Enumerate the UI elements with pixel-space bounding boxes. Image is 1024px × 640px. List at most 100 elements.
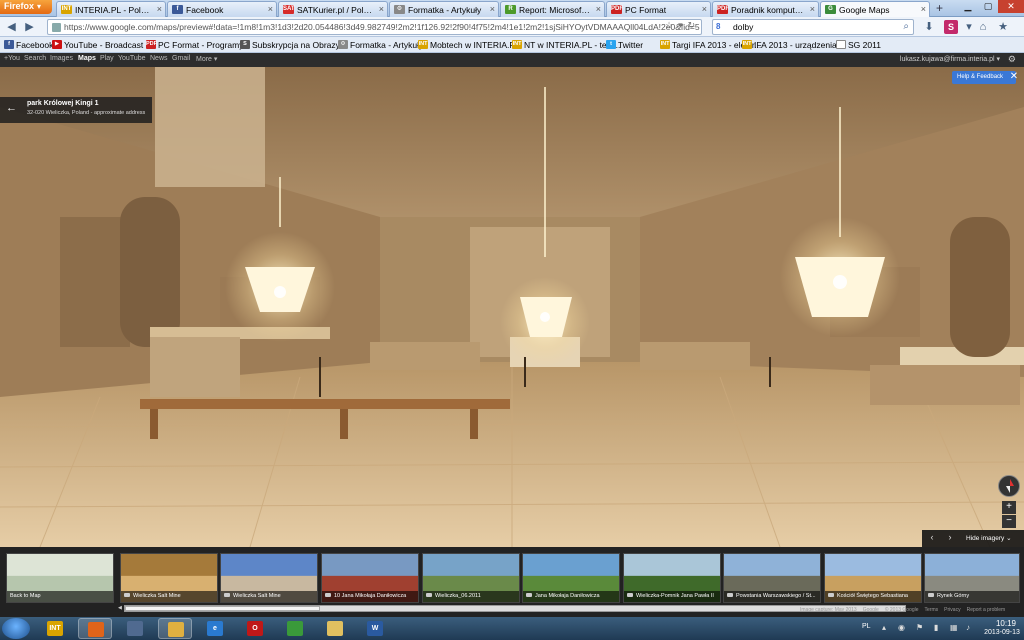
bookmark-item[interactable]: INT IFA 2013 - urządzenia ...: [742, 40, 846, 50]
taskbar-app[interactable]: W: [358, 618, 392, 639]
dropdown-icon[interactable]: ▾: [678, 20, 688, 30]
taskbar-app[interactable]: [118, 618, 152, 639]
maximize-icon[interactable]: ▢: [978, 0, 998, 13]
taskbar-app[interactable]: [158, 618, 192, 639]
gbar-link[interactable]: YouTube: [118, 55, 146, 62]
network-icon[interactable]: ▦: [950, 623, 958, 632]
firefox-menu-button[interactable]: Firefox: [0, 0, 52, 14]
imagery-thumbnail[interactable]: Powstania Warszawskiego / St...: [723, 553, 821, 603]
clock-time[interactable]: 10:19: [986, 619, 1024, 628]
reload-icon[interactable]: ↻: [688, 20, 701, 30]
imagery-thumbnail[interactable]: Wieliczka_06.2011: [422, 553, 520, 603]
imagery-thumbnail[interactable]: Wieliczka-Pomnik Jana Pawła II: [623, 553, 721, 603]
bookmark-item[interactable]: INT Mobtech w INTERIA.P...: [418, 40, 521, 50]
help-feedback-button[interactable]: Help & Feedback: [952, 71, 1016, 84]
gbar-link[interactable]: Search: [24, 55, 46, 62]
tab-close-icon[interactable]: ×: [921, 4, 926, 14]
tab-7[interactable]: PDFPoradnik komputerowy... ×: [712, 1, 819, 17]
gbar-link[interactable]: +You: [4, 55, 20, 62]
taskbar-app[interactable]: e: [198, 618, 232, 639]
tab-5[interactable]: RReport: Microsoft Worki... ×: [500, 1, 605, 17]
language-indicator[interactable]: PL: [862, 623, 871, 630]
tab-4[interactable]: ⚙ Formatka - Artykuły ×: [389, 1, 499, 17]
chevron-left-icon[interactable]: ‹: [926, 532, 938, 542]
star-icon[interactable]: ☆: [665, 20, 678, 30]
taskbar-app[interactable]: [78, 618, 112, 639]
scrollbar-thumb[interactable]: [125, 606, 320, 611]
tray-app-icon[interactable]: ◉: [898, 623, 905, 632]
bookmark-item[interactable]: t Twitter: [606, 40, 643, 50]
taskbar-app[interactable]: O: [238, 618, 272, 639]
bookmark-item[interactable]: INT NT w INTERIA.PL - test...: [512, 40, 620, 50]
footer-link[interactable]: Report a problem: [967, 607, 1006, 613]
back-icon[interactable]: ◀: [4, 20, 19, 34]
tab-close-icon[interactable]: ×: [490, 4, 495, 14]
tab-2[interactable]: f Facebook ×: [167, 1, 277, 17]
tab-close-icon[interactable]: ×: [596, 4, 601, 14]
back-arrow-icon[interactable]: ←: [6, 102, 17, 114]
footer-link[interactable]: Privacy: [944, 607, 960, 613]
addon-dropdown-icon[interactable]: ▾: [962, 20, 976, 34]
imagery-thumbnail[interactable]: Wieliczka Salt Mine: [120, 553, 218, 603]
up-arrow-icon[interactable]: ▴: [882, 623, 886, 632]
ie-icon: e: [207, 621, 223, 636]
imagery-thumbnail[interactable]: Rynek Górny: [924, 553, 1020, 603]
flag-icon[interactable]: ⚑: [916, 623, 923, 632]
hide-imagery-button[interactable]: Hide imagery ⌄: [966, 534, 1012, 542]
taskbar-app[interactable]: [278, 618, 312, 639]
close-window-icon[interactable]: ✕: [998, 0, 1024, 13]
clock-date[interactable]: 2013-09-13: [980, 629, 1024, 636]
minimize-icon[interactable]: ▁: [958, 0, 978, 13]
footer-link[interactable]: Terms: [925, 607, 939, 613]
gbar-link[interactable]: More ▾: [196, 55, 217, 63]
bookmark-menu-icon[interactable]: ★: [996, 20, 1010, 34]
home-icon[interactable]: ⌂: [976, 20, 990, 34]
bookmark-item[interactable]: SG 2011: [836, 40, 881, 50]
user-account[interactable]: lukasz.kujawa@firma.interia.pl ▾: [900, 55, 1000, 63]
tab-close-icon[interactable]: ×: [268, 4, 273, 14]
start-button[interactable]: [2, 618, 30, 639]
taskbar-app[interactable]: [318, 618, 352, 639]
gbar-link[interactable]: Play: [100, 55, 114, 62]
gbar-link[interactable]: Gmail: [172, 55, 190, 62]
imagery-thumbnail[interactable]: Jana Mikołaja Daniłowicza: [522, 553, 620, 603]
bookmark-item[interactable]: ⚙ Formatka - Artykuły: [338, 40, 423, 50]
forward-icon[interactable]: ▶: [22, 20, 37, 34]
compass-icon[interactable]: [998, 475, 1020, 497]
tab-close-icon[interactable]: ×: [810, 4, 815, 14]
back-to-map-thumbnail[interactable]: Back to Map: [6, 553, 114, 603]
tab-1[interactable]: INTINTERIA.PL - Polska i ś... ×: [56, 1, 166, 17]
zoom-in-button[interactable]: +: [1002, 501, 1016, 514]
tab-close-icon[interactable]: ×: [157, 4, 162, 14]
search-input[interactable]: 8 dolby ⌕: [712, 19, 914, 35]
chevron-right-icon[interactable]: ›: [944, 532, 956, 542]
volume-icon[interactable]: ♪: [966, 623, 970, 632]
s-addon-icon[interactable]: S: [944, 20, 958, 34]
bookmark-item[interactable]: PDF PC Format - Programy...: [146, 40, 250, 50]
tab-6[interactable]: PDF PC Format ×: [606, 1, 711, 17]
download-icon[interactable]: ⬇: [922, 20, 936, 34]
battery-icon[interactable]: ▮: [934, 623, 938, 632]
imagery-thumbnail[interactable]: Kościół Świętego Sebastiana: [824, 553, 922, 603]
imagery-thumbnail[interactable]: Wieliczka Salt Mine: [220, 553, 318, 603]
taskbar-app[interactable]: INT: [38, 618, 72, 639]
gear-icon[interactable]: ⚙: [1008, 54, 1016, 65]
imagery-thumbnail[interactable]: 10 Jana Mikołaja Daniłowicza: [321, 553, 419, 603]
tab-close-icon[interactable]: ×: [702, 4, 707, 14]
street-view-panorama[interactable]: ← park Królowej Kingi 1 32-020 Wieliczka…: [0, 67, 1024, 547]
gbar-link[interactable]: Images: [50, 55, 73, 62]
bookmark-item[interactable]: S Subskrypcja na Obrazy...: [240, 40, 346, 50]
tab-close-icon[interactable]: ×: [379, 4, 384, 14]
close-icon[interactable]: ✕: [1008, 71, 1020, 83]
bookmark-item[interactable]: f Facebook: [4, 40, 53, 50]
zoom-out-button[interactable]: −: [1002, 515, 1016, 528]
magnifier-icon[interactable]: ⌕: [903, 21, 909, 32]
tab-8[interactable]: G Google Maps ×: [820, 1, 930, 17]
bookmark-item[interactable]: ▶ YouTube - Broadcast ...: [52, 40, 153, 50]
url-bar[interactable]: https://www.google.com/maps/preview#!dat…: [47, 19, 702, 35]
gbar-link[interactable]: Maps: [78, 55, 96, 62]
gbar-link[interactable]: News: [150, 55, 168, 62]
filmstrip-scrollbar[interactable]: [124, 605, 906, 612]
new-tab-button[interactable]: +: [932, 2, 947, 16]
tab-3[interactable]: SATSATKurier.pl / Polonica ... ×: [278, 1, 388, 17]
